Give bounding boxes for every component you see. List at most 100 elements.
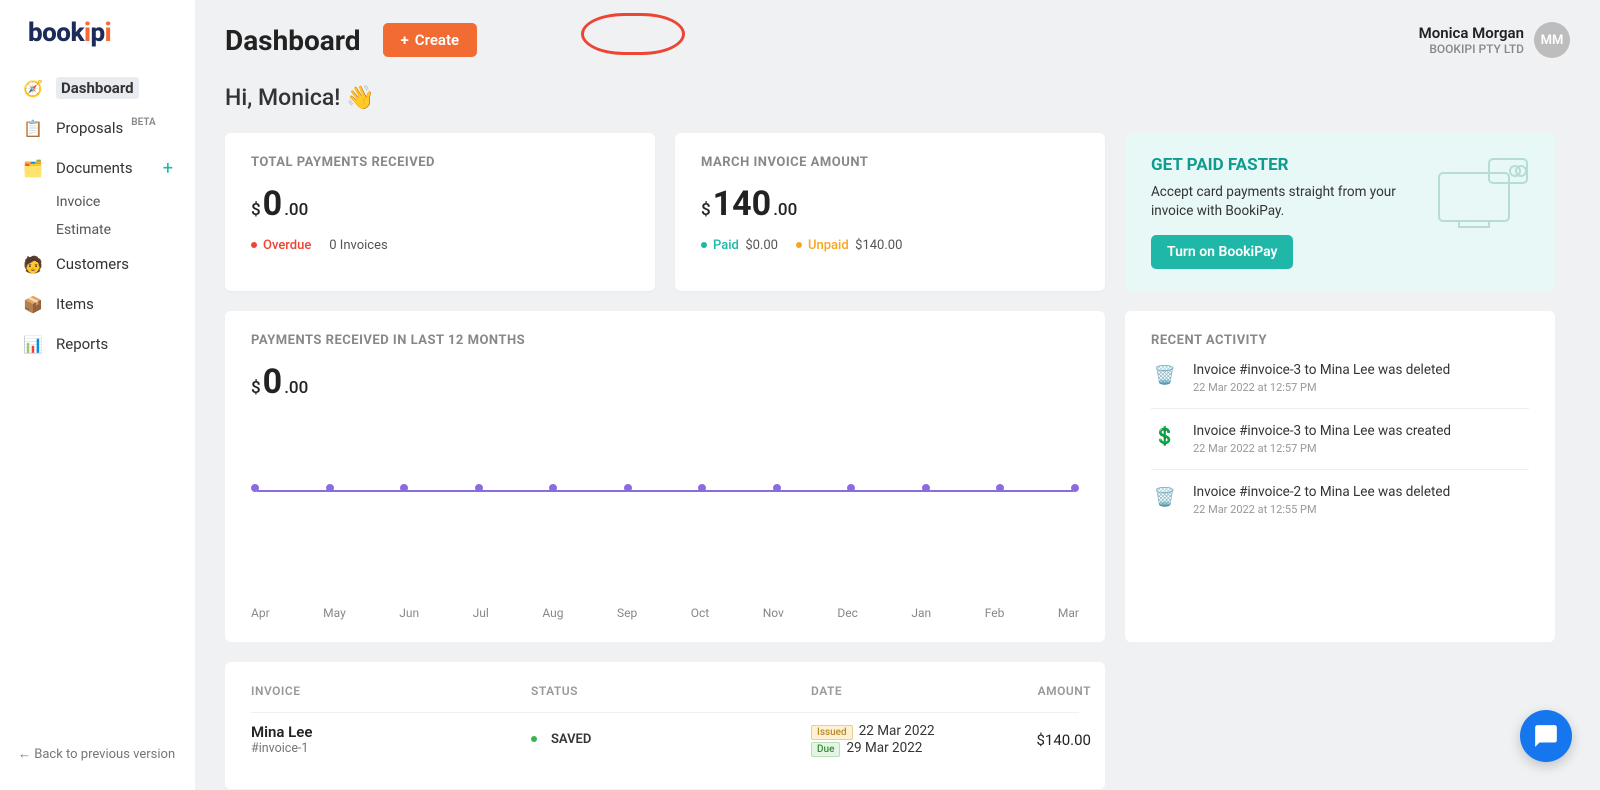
sidebar-item-dashboard[interactable]: 🧭 Dashboard bbox=[0, 68, 195, 108]
monitor-card-icon bbox=[1431, 155, 1531, 235]
activity-text: Invoice #invoice-3 to Mina Lee was delet… bbox=[1193, 362, 1450, 378]
chart-point bbox=[847, 484, 855, 492]
currency: $ bbox=[251, 378, 261, 398]
activity-time: 22 Mar 2022 at 12:57 PM bbox=[1193, 381, 1450, 394]
line-chart bbox=[251, 420, 1079, 600]
amount-decimal: .00 bbox=[284, 378, 308, 398]
chart-point bbox=[251, 484, 259, 492]
due-tag: Due bbox=[811, 742, 840, 757]
table-row[interactable]: Mina Lee#invoice-1 SAVED Issued22 Mar 20… bbox=[251, 712, 1079, 767]
create-button[interactable]: + Create bbox=[383, 23, 478, 57]
overdue-value: 0 Invoices bbox=[329, 238, 387, 253]
card-title: MARCH INVOICE AMOUNT bbox=[701, 155, 1079, 170]
sidebar-item-label: Reports bbox=[56, 335, 108, 353]
month-label: Sep bbox=[617, 606, 637, 620]
invoice-number: #invoice-1 bbox=[251, 741, 531, 756]
month-label: Mar bbox=[1058, 606, 1079, 620]
overdue-label: Overdue bbox=[263, 238, 311, 253]
client-name: Mina Lee bbox=[251, 723, 531, 741]
recent-activity-card: RECENT ACTIVITY 🗑️ Invoice #invoice-3 to … bbox=[1125, 311, 1555, 642]
unpaid-label: Unpaid bbox=[808, 238, 849, 253]
sidebar-item-proposals[interactable]: 📋 Proposals BETA bbox=[0, 108, 195, 148]
sidebar-item-label: Dashboard bbox=[56, 77, 139, 99]
back-previous-version-link[interactable]: Back to previous version bbox=[0, 736, 195, 772]
activity-item[interactable]: 🗑️Invoice #invoice-2 to Mina Lee was del… bbox=[1151, 470, 1529, 530]
currency: $ bbox=[251, 200, 261, 220]
activity-item[interactable]: 💲 Invoice #invoice-3 to Mina Lee was crea… bbox=[1151, 409, 1529, 470]
total-payments-card: TOTAL PAYMENTS RECEIVED $ 0 .00 Overdue … bbox=[225, 133, 655, 291]
trash-icon: 🗑️ bbox=[1151, 484, 1179, 512]
chart-point bbox=[698, 484, 706, 492]
activity-item[interactable]: 🗑️ Invoice #invoice-3 to Mina Lee was del… bbox=[1151, 348, 1529, 409]
issued-tag: Issued bbox=[811, 725, 853, 740]
invoice-icon: 💲 bbox=[1151, 423, 1179, 451]
sidebar-item-documents[interactable]: 🗂️ Documents + bbox=[0, 148, 195, 188]
chart-point bbox=[549, 484, 557, 492]
trash-icon: 🗑️ bbox=[1151, 362, 1179, 390]
plus-icon: + bbox=[401, 31, 409, 49]
sidebar-item-label: Proposals bbox=[56, 119, 123, 137]
chart-point bbox=[475, 484, 483, 492]
user-menu[interactable]: Monica Morgan BOOKIPI PTY LTD MM bbox=[1419, 22, 1570, 58]
activity-time: 22 Mar 2022 at 12:57 PM bbox=[1193, 442, 1451, 455]
create-button-label: Create bbox=[415, 31, 459, 49]
greeting: Hi, Monica! 👋 bbox=[225, 84, 1570, 111]
chart-point bbox=[400, 484, 408, 492]
month-label: Jan bbox=[911, 606, 931, 620]
amount-cell: $140.00 bbox=[991, 731, 1091, 749]
promo-text: Accept card payments straight from your … bbox=[1151, 183, 1401, 221]
month-label: Aug bbox=[542, 606, 563, 620]
logo[interactable]: bookipi bbox=[0, 18, 195, 68]
customers-icon: 🧑 bbox=[22, 253, 44, 275]
chat-icon bbox=[1533, 723, 1559, 749]
sidebar-sub-invoice[interactable]: Invoice bbox=[0, 188, 195, 216]
sidebar: bookipi 🧭 Dashboard 📋 Proposals BETA 🗂️ … bbox=[0, 0, 195, 790]
documents-icon: 🗂️ bbox=[22, 157, 44, 179]
chart-point bbox=[922, 484, 930, 492]
main-content: Dashboard + Create Monica Morgan BOOKIPI… bbox=[195, 0, 1600, 790]
activity-time: 22 Mar 2022 at 12:55 PM bbox=[1193, 503, 1450, 516]
chat-widget-button[interactable] bbox=[1520, 710, 1572, 762]
amount-whole: 0 bbox=[263, 362, 283, 402]
sidebar-item-reports[interactable]: 📊 Reports bbox=[0, 324, 195, 364]
month-label: Apr bbox=[251, 606, 270, 620]
amount-whole: 140 bbox=[713, 184, 772, 224]
chart-point bbox=[773, 484, 781, 492]
turn-on-bookipay-button[interactable]: Turn on BookiPay bbox=[1151, 235, 1293, 269]
avatar[interactable]: MM bbox=[1534, 22, 1570, 58]
sidebar-item-customers[interactable]: 🧑 Customers bbox=[0, 244, 195, 284]
page-title: Dashboard bbox=[225, 24, 361, 57]
month-label: May bbox=[323, 606, 346, 620]
amount-decimal: .00 bbox=[284, 200, 308, 220]
th-status: STATUS bbox=[531, 684, 811, 698]
chart-point bbox=[326, 484, 334, 492]
th-invoice: INVOICE bbox=[251, 684, 531, 698]
unpaid-value: $140.00 bbox=[855, 238, 902, 253]
date-cell: Issued22 Mar 2022 Due29 Mar 2022 bbox=[811, 723, 991, 757]
card-title: TOTAL PAYMENTS RECEIVED bbox=[251, 155, 629, 170]
month-invoice-card: MARCH INVOICE AMOUNT $ 140 .00 Paid $0.0… bbox=[675, 133, 1105, 291]
card-title: PAYMENTS RECEIVED IN LAST 12 MONTHS bbox=[251, 333, 1079, 348]
amount-decimal: .00 bbox=[773, 200, 797, 220]
sidebar-item-label: Documents bbox=[56, 159, 133, 177]
reports-icon: 📊 bbox=[22, 333, 44, 355]
paid-value: $0.00 bbox=[745, 238, 778, 253]
payments-chart-card: PAYMENTS RECEIVED IN LAST 12 MONTHS $ 0 … bbox=[225, 311, 1105, 642]
month-label: Jun bbox=[399, 606, 419, 620]
chart-point bbox=[624, 484, 632, 492]
month-label: Nov bbox=[763, 606, 784, 620]
sidebar-item-label: Items bbox=[56, 295, 94, 313]
user-name: Monica Morgan bbox=[1419, 24, 1524, 42]
card-title: RECENT ACTIVITY bbox=[1151, 333, 1529, 348]
sidebar-sub-estimate[interactable]: Estimate bbox=[0, 216, 195, 244]
activity-text: Invoice #invoice-3 to Mina Lee was creat… bbox=[1193, 423, 1451, 439]
sidebar-item-items[interactable]: 📦 Items bbox=[0, 284, 195, 324]
paid-label: Paid bbox=[713, 238, 739, 253]
dashboard-icon: 🧭 bbox=[22, 77, 44, 99]
th-amount: AMOUNT bbox=[991, 684, 1091, 698]
add-document-icon[interactable]: + bbox=[163, 158, 173, 179]
currency: $ bbox=[701, 200, 711, 220]
month-label: Feb bbox=[985, 606, 1005, 620]
items-icon: 📦 bbox=[22, 293, 44, 315]
month-label: Oct bbox=[691, 606, 709, 620]
